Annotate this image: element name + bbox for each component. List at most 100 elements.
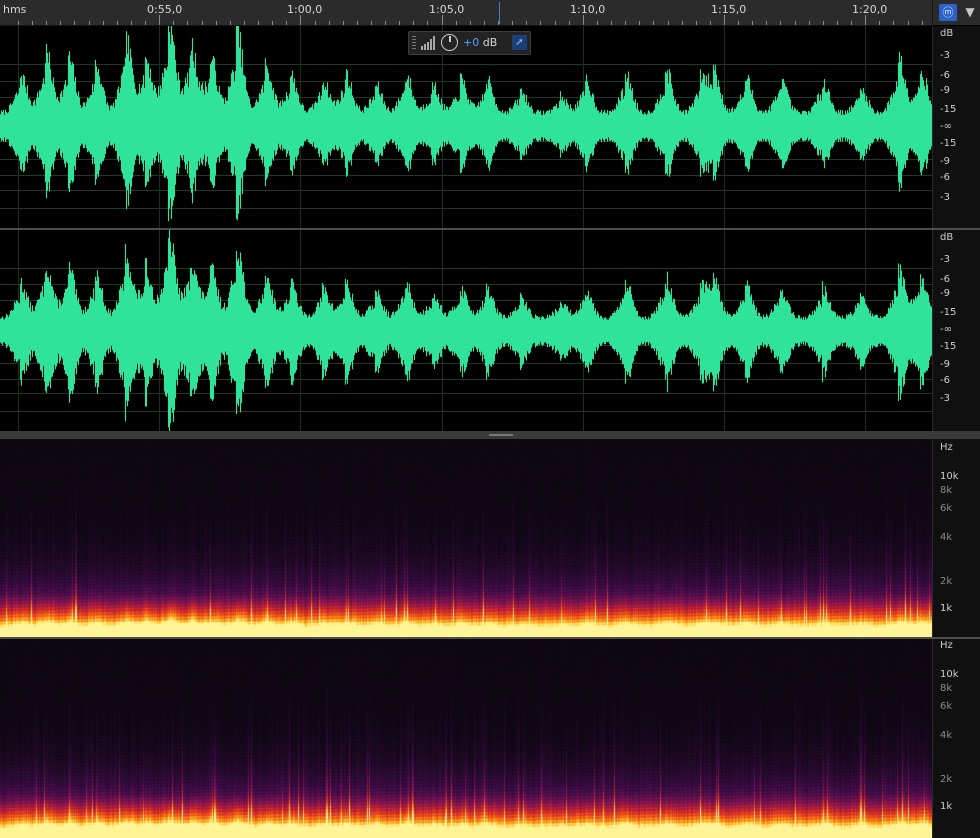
- ruler-minor-tick: [823, 21, 824, 25]
- ruler-major-tick: [583, 15, 584, 25]
- db-label: -15: [940, 307, 957, 318]
- hz-label: 1k: [940, 801, 953, 812]
- ruler-minor-tick: [286, 21, 287, 25]
- db-label: -6: [940, 375, 950, 386]
- time-label: 0:55,0: [147, 3, 183, 16]
- waveform-trace: [0, 230, 932, 431]
- marker-pin-icon[interactable]: ▼: [963, 4, 977, 21]
- ruler-minor-tick: [752, 21, 753, 25]
- hz-label: 8k: [940, 485, 953, 496]
- hz-label: 2k: [940, 576, 953, 587]
- hz-unit-label: Hz: [940, 640, 953, 651]
- ruler-minor-tick: [893, 21, 894, 25]
- db-scale-left: dB -3 -6 -9 -15 -∞ -15 -9 -6 -3: [932, 26, 980, 228]
- waveform-channel-left[interactable]: [0, 26, 932, 228]
- ruler-minor-tick: [569, 21, 570, 25]
- ruler-minor-tick: [738, 21, 739, 25]
- db-label: -3: [940, 393, 950, 404]
- ruler-minor-tick: [484, 21, 485, 25]
- headphones-icon[interactable]: ⓜ: [939, 4, 957, 21]
- ruler-minor-tick: [272, 21, 273, 25]
- gain-readout[interactable]: +0 dB: [463, 36, 497, 49]
- ruler-minor-tick: [46, 21, 47, 25]
- gain-unit: dB: [479, 36, 498, 49]
- db-unit-label: dB: [940, 232, 954, 243]
- ruler-minor-tick: [456, 21, 457, 25]
- hz-label: 6k: [940, 701, 953, 712]
- ruler-minor-tick: [145, 21, 146, 25]
- ruler-minor-tick: [18, 21, 19, 25]
- ruler-minor-tick: [668, 21, 669, 25]
- ruler-minor-tick: [555, 21, 556, 25]
- time-label: 1:15,0: [711, 3, 747, 16]
- hz-unit-label: Hz: [940, 442, 953, 453]
- spectral-channel-left[interactable]: [0, 439, 932, 637]
- waveform-left: [0, 26, 932, 228]
- ruler-minor-tick: [89, 21, 90, 25]
- db-label: -9: [940, 85, 950, 96]
- waveform-channel-right[interactable]: [0, 230, 932, 431]
- ruler-minor-tick: [625, 21, 626, 25]
- ruler-minor-tick: [696, 21, 697, 25]
- panel-splitter[interactable]: [0, 431, 980, 439]
- ruler-minor-tick: [540, 21, 541, 25]
- ruler-minor-tick: [851, 21, 852, 25]
- waveform-right: [0, 230, 932, 431]
- db-label: -6: [940, 172, 950, 183]
- ruler-minor-tick: [202, 21, 203, 25]
- splitter-grip[interactable]: [489, 434, 513, 436]
- ruler-minor-tick: [216, 21, 217, 25]
- hz-label: 1k: [940, 603, 953, 614]
- hz-label: 6k: [940, 503, 953, 514]
- playhead-marker[interactable]: [499, 2, 500, 24]
- db-label: -9: [940, 288, 950, 299]
- ruler-minor-tick: [187, 21, 188, 25]
- ruler-minor-tick: [809, 21, 810, 25]
- db-label: -3: [940, 50, 950, 61]
- ruler-minor-tick: [103, 21, 104, 25]
- ruler-unit-label: hms: [3, 3, 27, 16]
- time-ruler[interactable]: hms 0:55,0 1:00,0 1:05,0 1:10,0 1:15,0 1…: [0, 0, 932, 26]
- db-label: -9: [940, 359, 950, 370]
- ruler-minor-tick: [653, 21, 654, 25]
- hud-drag-handle[interactable]: [412, 36, 416, 50]
- hz-label: 10k: [940, 669, 959, 680]
- ruler-corner-controls: ⓜ ▼: [932, 0, 980, 25]
- db-label: -3: [940, 192, 950, 203]
- ruler-minor-tick: [258, 21, 259, 25]
- hz-scale-left: Hz 10k 8k 6k 4k 2k 1k: [932, 439, 980, 637]
- db-unit-label: dB: [940, 28, 954, 39]
- ruler-minor-tick: [470, 21, 471, 25]
- ruler-minor-tick: [230, 21, 231, 25]
- db-label: -3: [940, 254, 950, 265]
- hz-label: 4k: [940, 532, 953, 543]
- ruler-minor-tick: [329, 21, 330, 25]
- spectral-channel-right[interactable]: [0, 639, 932, 838]
- ruler-minor-tick: [343, 21, 344, 25]
- ruler-minor-tick: [795, 21, 796, 25]
- ruler-major-tick: [300, 15, 301, 25]
- ruler-minor-tick: [837, 21, 838, 25]
- volume-knob-icon[interactable]: [441, 34, 458, 51]
- hz-label: 2k: [940, 774, 953, 785]
- spectrogram-left: [0, 439, 932, 637]
- time-label: 1:00,0: [287, 3, 323, 16]
- ruler-minor-tick: [611, 21, 612, 25]
- ruler-major-tick: [724, 15, 725, 25]
- level-meter-icon: [421, 36, 435, 50]
- ruler-minor-tick: [639, 21, 640, 25]
- pin-hud-icon[interactable]: ➚: [512, 35, 527, 50]
- ruler-minor-tick: [879, 21, 880, 25]
- ruler-minor-tick: [780, 21, 781, 25]
- ruler-minor-tick: [315, 21, 316, 25]
- ruler-minor-tick: [357, 21, 358, 25]
- hz-label: 8k: [940, 683, 953, 694]
- db-scale-right: dB -3 -6 -9 -15 -∞ -15 -9 -6 -3: [932, 230, 980, 431]
- ruler-minor-tick: [32, 21, 33, 25]
- ruler-minor-tick: [74, 21, 75, 25]
- ruler-minor-tick: [371, 21, 372, 25]
- hz-scale-right: Hz 10k 8k 6k 4k 2k 1k: [932, 639, 980, 838]
- ruler-minor-tick: [60, 21, 61, 25]
- db-label: -6: [940, 70, 950, 81]
- ruler-minor-tick: [512, 21, 513, 25]
